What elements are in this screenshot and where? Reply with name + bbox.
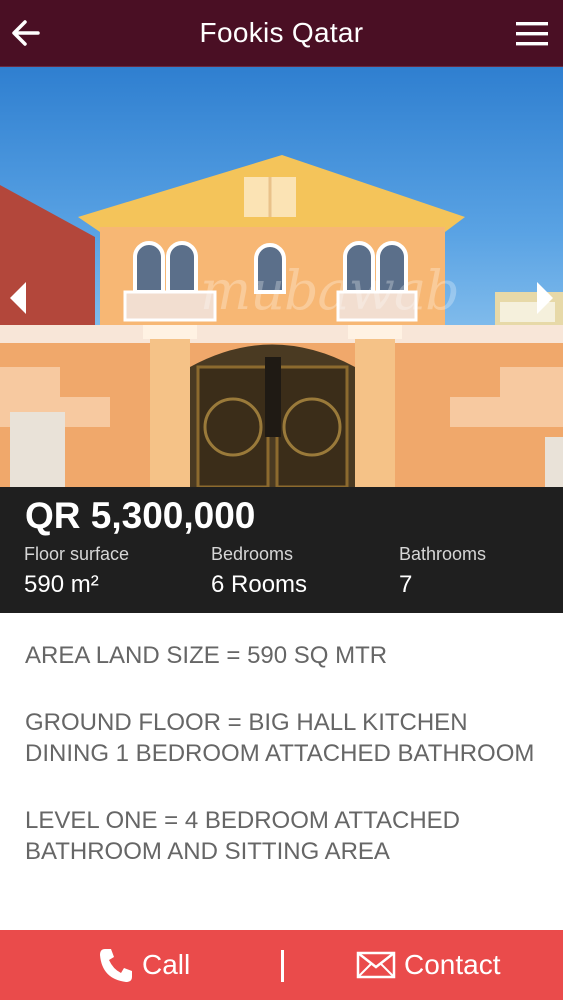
stat-value: 590 m² (24, 571, 99, 598)
photo-watermark: mubawab (200, 259, 460, 322)
stat-label: Floor surface (24, 544, 130, 564)
property-photo[interactable]: mubawab (0, 67, 563, 487)
contact-label: Contact (404, 949, 501, 980)
description-paragraph: LEVEL ONE = 4 BEDROOM ATTACHED BATHROOM … (25, 807, 460, 865)
action-divider (281, 950, 284, 982)
phone-icon (100, 949, 132, 982)
page-title: Fookis Qatar (199, 17, 364, 48)
arrow-left-icon[interactable] (10, 15, 42, 51)
stat-value: 7 (399, 571, 413, 598)
stat-floor-surface: Floor surface 590 m² (24, 544, 129, 599)
app-header: Fookis Qatar (0, 0, 563, 67)
description-paragraph: AREA LAND SIZE = 590 SQ MTR (25, 642, 388, 669)
description-paragraph: GROUND FLOOR = BIG HALL KITCHEN DINING 1… (25, 709, 535, 767)
chevron-right-icon[interactable] (531, 279, 557, 317)
stat-bathrooms: Bathrooms 7 (399, 544, 486, 599)
listing-summary: QR 5,300,000 Floor surface 590 m² Bedroo… (0, 487, 563, 613)
stat-value: 6 Rooms (211, 571, 308, 598)
action-bar: Call Contact (0, 930, 563, 1000)
call-button[interactable]: Call (96, 930, 190, 1000)
listing-description: AREA LAND SIZE = 590 SQ MTR GROUND FLOOR… (25, 640, 540, 903)
envelope-icon (356, 951, 396, 979)
call-label: Call (142, 949, 191, 980)
contact-button[interactable]: Contact (356, 930, 501, 1000)
chevron-left-icon[interactable] (6, 279, 32, 317)
price: QR 5,300,000 (25, 495, 256, 536)
stat-label: Bathrooms (399, 544, 487, 564)
hamburger-menu-icon[interactable] (515, 19, 549, 49)
stat-bedrooms: Bedrooms 6 Rooms (211, 544, 307, 599)
stat-label: Bedrooms (211, 544, 294, 564)
